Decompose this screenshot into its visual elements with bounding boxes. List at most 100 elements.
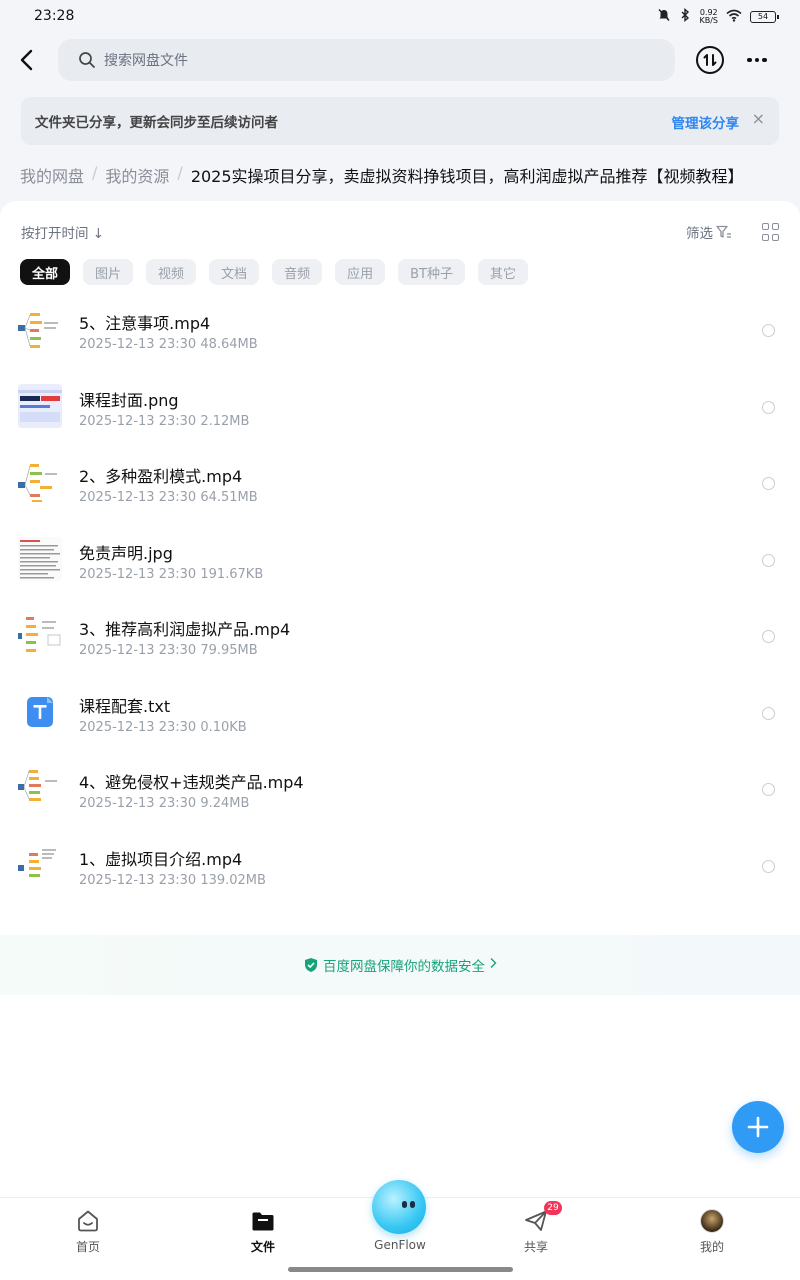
wifi-icon	[726, 9, 742, 25]
chip-all[interactable]: 全部	[20, 259, 71, 285]
cover-image-thumbnail	[18, 383, 62, 428]
file-type-filter-chips: 全部 图片 视频 文档 音频 应用 BT种子 其它	[20, 259, 528, 285]
breadcrumb-current-folder: 2025实操项目分享，卖虚拟资料挣钱项目，高利润虚拟产品推荐【视频教程】	[190, 167, 744, 186]
folder-icon	[250, 1208, 276, 1234]
data-safety-text: 百度网盘保障你的数据安全	[323, 959, 485, 975]
sort-order-button[interactable]: 按打开时间 ↓	[21, 222, 104, 242]
back-button[interactable]	[14, 46, 38, 74]
search-input[interactable]: 搜索网盘文件	[58, 39, 675, 81]
file-name: 1、虚拟项目介绍.mp4	[79, 849, 243, 869]
file-row[interactable]: 免责声明.jpg 2025-12-13 23:30 191.67KB	[0, 522, 800, 599]
nav-label-mine: 我的	[699, 1240, 724, 1254]
nav-item-mine[interactable]: 我的	[672, 1208, 752, 1255]
more-dot-icon	[747, 57, 752, 63]
back-arrow-icon	[20, 49, 33, 71]
bluetooth-icon	[679, 8, 691, 25]
file-name: 免责声明.jpg	[79, 543, 173, 563]
mindmap-video-thumbnail	[18, 766, 62, 810]
file-name: 课程配套.txt	[79, 696, 171, 716]
file-name: 课程封面.png	[79, 390, 179, 410]
filter-icon	[716, 225, 731, 238]
plus-icon	[747, 1116, 769, 1138]
home-icon	[75, 1208, 101, 1234]
breadcrumb-item-my-resources[interactable]: 我的资源	[105, 163, 169, 187]
nav-label-home: 首页	[75, 1240, 100, 1254]
select-checkbox[interactable]	[762, 706, 775, 720]
share-notice-text: 文件夹已分享，更新会同步至后续访问者	[35, 115, 278, 131]
chip-other[interactable]: 其它	[477, 259, 528, 285]
grid-cell-icon	[772, 223, 779, 230]
file-row[interactable]: 课程封面.png 2025-12-13 23:30 2.12MB	[0, 369, 800, 446]
grid-view-toggle[interactable]	[762, 223, 780, 241]
nav-item-genflow[interactable]: GenFlow	[360, 1238, 440, 1252]
filter-button[interactable]: 筛选	[686, 222, 732, 242]
search-icon	[78, 51, 96, 69]
transfer-icon	[703, 54, 717, 66]
breadcrumb: 我的网盘 / 我的资源 / 2025实操项目分享，卖虚拟资料挣钱项目，高利润虚拟…	[20, 163, 744, 187]
nav-item-home[interactable]: 首页	[48, 1208, 128, 1255]
file-name: 5、注意事项.mp4	[79, 314, 211, 333]
chip-videos[interactable]: 视频	[146, 259, 197, 285]
file-row[interactable]: 1、虚拟项目介绍.mp4 2025-12-13 23:30 139.02MB	[0, 828, 800, 905]
file-meta: 2025-12-13 23:30 48.64MB	[79, 337, 258, 352]
share-notification-badge: 29	[544, 1201, 562, 1215]
file-meta: 2025-12-13 23:30 2.12MB	[79, 413, 250, 429]
select-checkbox[interactable]	[762, 630, 775, 643]
more-options-button[interactable]	[744, 46, 770, 74]
select-checkbox[interactable]	[762, 477, 775, 490]
nav-label-genflow: GenFlow	[374, 1238, 426, 1252]
more-dot-icon	[762, 57, 767, 63]
file-name: 2、多种盈利模式.mp4	[79, 467, 243, 486]
file-row[interactable]: 3、推荐高利润虚拟产品.mp4 2025-12-13 23:30 79.95MB	[0, 598, 800, 675]
file-meta: 2025-12-13 23:30 0.10KB	[79, 719, 247, 735]
shield-icon	[303, 957, 319, 973]
nav-item-share[interactable]: 共享	[496, 1208, 576, 1255]
close-icon[interactable]: ×	[752, 109, 765, 128]
status-time: 23:28	[34, 8, 75, 24]
manage-share-link[interactable]: 管理该分享	[672, 112, 740, 132]
battery-indicator: 54	[750, 10, 779, 23]
select-checkbox[interactable]	[762, 400, 775, 414]
file-meta: 2025-12-13 23:30 9.24MB	[79, 796, 250, 811]
select-checkbox[interactable]	[762, 859, 775, 873]
chevron-right-icon	[489, 957, 497, 973]
breadcrumb-separator: /	[92, 163, 98, 182]
file-row[interactable]: 5、注意事项.mp4 2025-12-13 23:30 48.64MB	[0, 292, 800, 369]
filter-label: 筛选	[686, 226, 713, 242]
home-indicator[interactable]	[288, 1267, 513, 1272]
file-row[interactable]: 2、多种盈利模式.mp4 2025-12-13 23:30 64.51MB	[0, 445, 800, 522]
mindmap-video-thumbnail	[18, 613, 62, 657]
file-row[interactable]: 4、避免侵权+违规类产品.mp4 2025-12-13 23:30 9.24MB	[0, 751, 800, 828]
transfer-list-button[interactable]	[696, 46, 724, 74]
file-row[interactable]: 课程配套.txt 2025-12-13 23:30 0.10KB	[0, 675, 800, 752]
nav-label-files: 文件	[250, 1240, 275, 1254]
net-speed: 0.92 KB/S	[699, 7, 718, 25]
file-meta: 2025-12-13 23:30 79.95MB	[79, 643, 258, 658]
file-name: 3、推荐高利润虚拟产品.mp4	[79, 620, 291, 639]
data-safety-link[interactable]: 百度网盘保障你的数据安全	[0, 935, 800, 995]
chip-bt-torrents[interactable]: BT种子	[398, 259, 465, 285]
file-meta: 2025-12-13 23:30 139.02MB	[79, 872, 266, 888]
nav-item-files[interactable]: 文件	[223, 1208, 303, 1255]
chip-audio[interactable]: 音频	[272, 259, 323, 285]
file-meta: 2025-12-13 23:30 191.67KB	[79, 566, 264, 582]
select-checkbox[interactable]	[762, 783, 775, 796]
select-checkbox[interactable]	[762, 324, 775, 337]
mindmap-video-thumbnail	[18, 460, 62, 504]
chip-apps[interactable]: 应用	[335, 259, 386, 285]
search-placeholder: 搜索网盘文件	[104, 53, 188, 69]
file-name: 4、避免侵权+违规类产品.mp4	[79, 773, 304, 792]
file-meta: 2025-12-13 23:30 64.51MB	[79, 490, 258, 505]
breadcrumb-item-my-drive[interactable]: 我的网盘	[20, 163, 84, 187]
status-bar: 23:28 0.92 KB/S 54	[0, 0, 800, 34]
status-icons: 0.92 KB/S 54	[657, 7, 779, 25]
chip-documents[interactable]: 文档	[209, 259, 260, 285]
add-button[interactable]	[732, 1101, 784, 1153]
breadcrumb-separator: /	[177, 163, 183, 182]
mute-bell-icon	[657, 8, 671, 25]
grid-cell-icon	[772, 233, 779, 241]
file-list: 5、注意事项.mp4 2025-12-13 23:30 48.64MB 课程封面…	[0, 292, 800, 904]
chip-images[interactable]: 图片	[83, 259, 134, 285]
select-checkbox[interactable]	[762, 553, 775, 567]
genflow-assistant-icon[interactable]	[372, 1180, 426, 1234]
